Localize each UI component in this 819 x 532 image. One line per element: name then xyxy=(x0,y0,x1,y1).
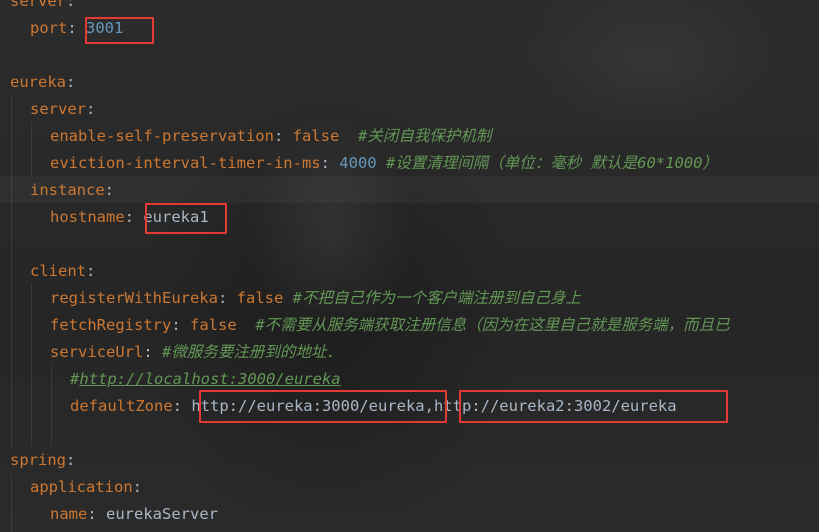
app-name-value: eurekaServer xyxy=(106,505,218,523)
yaml-key: fetchRegistry xyxy=(50,316,172,334)
code-line: server: xyxy=(10,0,75,15)
code-line: enable-self-preservation: false #关闭自我保护机… xyxy=(50,127,492,145)
code-line: serviceUrl: #微服务要注册到的地址. xyxy=(50,343,336,361)
boolean-value: false xyxy=(190,316,237,334)
yaml-key: hostname xyxy=(50,208,125,226)
indent-guide xyxy=(11,473,12,532)
hostname-value: eureka1 xyxy=(143,208,209,226)
comment: #设置清理间隔（单位：毫秒 默认是60*1000） xyxy=(385,154,718,172)
yaml-key: serviceUrl xyxy=(50,343,144,361)
yaml-key: enable-self-preservation xyxy=(50,127,274,145)
yaml-key: registerWithEureka xyxy=(50,289,218,307)
boolean-value: false xyxy=(236,289,284,307)
current-line-highlight xyxy=(0,176,819,203)
yaml-key: spring xyxy=(10,451,66,469)
indent-guide xyxy=(31,122,32,176)
comment: #不需要从服务端获取注册信息（因为在这里自己就是服务端，而且已 xyxy=(255,316,730,334)
code-line: server: xyxy=(30,100,96,118)
yaml-key: server xyxy=(10,0,66,10)
yaml-key: instance xyxy=(30,181,105,199)
yaml-key: application xyxy=(30,478,133,496)
code-line: port: 3001 xyxy=(30,19,124,37)
code-line: eureka: xyxy=(10,73,76,91)
yaml-key: defaultZone xyxy=(70,397,173,415)
default-zone-url-1: http://eureka:3000/eureka xyxy=(191,397,425,415)
editor-background xyxy=(0,0,819,532)
code-line: name: eurekaServer xyxy=(50,505,218,523)
code-line: eviction-interval-timer-in-ms: 4000 #设置清… xyxy=(50,154,718,172)
code-line: spring: xyxy=(10,451,76,469)
yaml-key: client xyxy=(30,262,86,280)
code-line: defaultZone: http://eureka:3000/eureka,h… xyxy=(70,397,677,415)
yaml-key: eureka xyxy=(10,73,66,91)
yaml-key: server xyxy=(30,100,86,118)
code-line: #http://localhost:3000/eureka xyxy=(70,366,341,393)
indent-guide xyxy=(31,284,32,447)
commented-url-link[interactable]: http://localhost:3000/eureka xyxy=(79,370,340,388)
code-line: hostname: eureka1 xyxy=(50,208,209,226)
code-line: application: xyxy=(30,478,142,496)
comment: #不把自己作为一个客户端注册到自己身上 xyxy=(292,289,582,307)
yaml-key: eviction-interval-timer-in-ms xyxy=(50,154,321,172)
comment: #微服务要注册到的地址. xyxy=(162,343,336,361)
code-line: registerWithEureka: false #不把自己作为一个客户端注册… xyxy=(50,289,582,307)
comment-prefix: # xyxy=(70,370,80,388)
yaml-key: name xyxy=(50,505,88,523)
indent-guide xyxy=(51,365,52,447)
code-line: fetchRegistry: false #不需要从服务端获取注册信息（因为在这… xyxy=(50,316,730,334)
number-value: 4000 xyxy=(339,154,377,172)
boolean-value: false xyxy=(292,127,340,145)
comment: #关闭自我保护机制 xyxy=(357,127,492,145)
code-line: instance: xyxy=(30,181,114,199)
yaml-key: port xyxy=(30,19,68,37)
port-value: 3001 xyxy=(86,19,124,37)
indent-guide xyxy=(11,95,12,448)
code-line: client: xyxy=(30,262,96,280)
default-zone-url-2: http://eureka2:3002/eureka xyxy=(433,397,677,415)
